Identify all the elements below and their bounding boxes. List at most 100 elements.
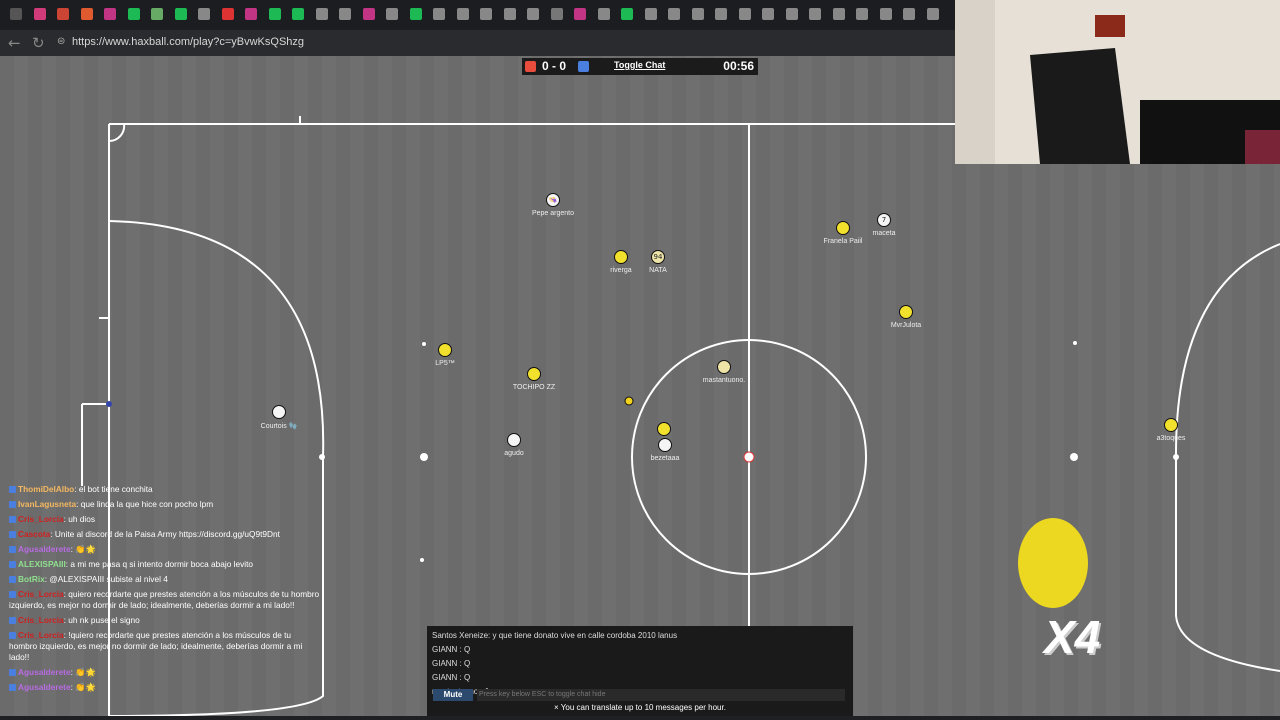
- browser-tab-icon[interactable]: [926, 8, 939, 20]
- chat-username: Agusalderete: [18, 667, 71, 677]
- browser-tab-icon[interactable]: [245, 8, 257, 20]
- browser-tab-icon[interactable]: [433, 8, 445, 20]
- url-text[interactable]: https://www.haxball.com/play?c=yBvwKsQSh…: [72, 36, 304, 48]
- browser-tab-icon[interactable]: [339, 8, 351, 20]
- player-name: MvrJulota: [890, 322, 922, 329]
- player-disc: [836, 221, 850, 235]
- browser-tab-icon[interactable]: [621, 8, 633, 20]
- chat-message: Cris_Lorcia: uh dios: [5, 512, 325, 527]
- browser-tab-icon[interactable]: [198, 8, 210, 20]
- browser-tab-icon[interactable]: [503, 8, 516, 20]
- chat-username: ThomiDelAlbo: [18, 484, 75, 494]
- chat-username: Cris_Lorcia: [18, 615, 64, 625]
- player-name: LP5™: [435, 360, 455, 367]
- player-name: riverga: [610, 267, 632, 274]
- browser-tab-icon[interactable]: [527, 8, 539, 20]
- browser-tab-icon[interactable]: [597, 8, 610, 20]
- browser-tab-icon[interactable]: [409, 8, 422, 20]
- chat-text: : Unite al discord de la Paisa Army http…: [50, 529, 280, 539]
- browser-tab-icon[interactable]: [292, 8, 304, 20]
- player-disc: [438, 343, 452, 357]
- game-chat-message: GIANN : Q: [432, 659, 471, 668]
- chat-username: Cris_Lorcia: [18, 514, 64, 524]
- browser-tab-icon[interactable]: [550, 8, 563, 20]
- browser-tab-icon[interactable]: [715, 8, 727, 20]
- chat-message: IvanLagusneta: que linda la que hice con…: [5, 497, 325, 512]
- browser-tab-icon[interactable]: [10, 8, 22, 20]
- user-badge-icon: [9, 546, 16, 554]
- chat-message: Agusalderete: 👏🌟: [5, 542, 325, 557]
- chat-message: Cris_Lorcia: uh nk puse el signo: [5, 613, 325, 628]
- chat-message: ALEXISPAIII: a mi me pasa q si intento d…: [5, 557, 325, 572]
- browser-tab-icon[interactable]: [315, 8, 328, 20]
- back-icon[interactable]: ←: [8, 34, 21, 52]
- browser-tab-icon[interactable]: [809, 8, 821, 20]
- chat-text: : 👏🌟: [70, 544, 96, 554]
- browser-tab-icon[interactable]: [903, 8, 915, 20]
- user-badge-icon: [9, 591, 16, 599]
- browser-tab-icon[interactable]: [174, 8, 187, 20]
- user-badge-icon: [9, 531, 16, 539]
- browser-tab-icon[interactable]: [386, 8, 398, 20]
- chat-text: : el bot tiene conchita: [74, 484, 153, 494]
- user-badge-icon: [9, 501, 16, 509]
- browser-tab-icon[interactable]: [127, 8, 140, 20]
- chat-input[interactable]: Press key below ESC to toggle chat hide: [477, 689, 845, 701]
- player-disc: [614, 250, 628, 264]
- user-badge-icon: [9, 684, 16, 692]
- browser-tab-icon[interactable]: [785, 8, 798, 20]
- browser-tab-icon[interactable]: [668, 8, 680, 20]
- browser-tab-icon[interactable]: [151, 8, 163, 20]
- chat-text: : uh dios: [63, 514, 96, 524]
- user-badge-icon: [9, 576, 16, 584]
- toggle-chat-button[interactable]: Toggle Chat: [614, 60, 665, 70]
- red-team-icon: [525, 61, 536, 72]
- chat-username: Cris_Lorcia: [18, 589, 64, 599]
- browser-tab-icon[interactable]: [856, 8, 868, 20]
- player-disc: [1164, 418, 1178, 432]
- player-name: mastantuono.: [702, 377, 746, 384]
- browser-tab-icon[interactable]: [691, 8, 704, 20]
- chat-username: Agusalderete: [18, 682, 71, 692]
- stream-chat-overlay: ThomiDelAlbo: el bot tiene conchita IvanL…: [5, 482, 325, 695]
- browser-tab-icon[interactable]: [762, 8, 774, 20]
- player-name: NATA: [649, 267, 667, 274]
- player-disc: [717, 360, 731, 374]
- webcam-image: [955, 0, 1280, 164]
- browser-tab-icon[interactable]: [480, 8, 492, 20]
- browser-tab-icon[interactable]: [879, 8, 892, 20]
- player-name: agudo: [504, 450, 524, 457]
- game-chat-message: GIANN : Q: [432, 645, 471, 654]
- browser-tab-icon[interactable]: [221, 8, 234, 20]
- player-disc: [272, 405, 286, 419]
- browser-tab-icon[interactable]: [104, 8, 116, 20]
- reload-icon[interactable]: ↻: [32, 34, 45, 52]
- site-info-icon[interactable]: ⊜: [57, 36, 65, 47]
- browser-tab-icon[interactable]: [832, 8, 845, 20]
- browser-tab-icon[interactable]: [644, 8, 657, 20]
- player-disc: [507, 433, 521, 447]
- browser-tab-icon[interactable]: [574, 8, 586, 20]
- browser-tab-icon[interactable]: [33, 8, 46, 20]
- player-disc: 👒: [546, 193, 560, 207]
- player-name: a3toques: [1156, 435, 1186, 442]
- browser-tab-icon[interactable]: [456, 8, 469, 20]
- player-name: Franela Paiil: [823, 238, 863, 245]
- user-badge-icon: [9, 516, 16, 524]
- game-chat-panel: Santos Xeneize: y que tiene donato vive …: [427, 626, 853, 716]
- smiley-emoji-icon: [1018, 518, 1088, 608]
- chat-username: ALEXISPAIII: [18, 559, 66, 569]
- chat-text: : uh nk puse el signo: [63, 615, 140, 625]
- mute-button[interactable]: Mute: [433, 689, 473, 701]
- browser-tab-icon[interactable]: [362, 8, 375, 20]
- browser-tab-icon[interactable]: [80, 8, 93, 20]
- user-badge-icon: [9, 561, 16, 569]
- browser-tab-icon[interactable]: [738, 8, 751, 20]
- browser-tab-icon[interactable]: [57, 8, 69, 20]
- user-badge-icon: [9, 632, 16, 640]
- webcam-overlay: [955, 0, 1280, 164]
- player-disc: 94: [651, 250, 665, 264]
- chat-text: : 👏🌟: [70, 682, 96, 692]
- browser-tab-icon[interactable]: [268, 8, 281, 20]
- user-badge-icon: [9, 669, 16, 677]
